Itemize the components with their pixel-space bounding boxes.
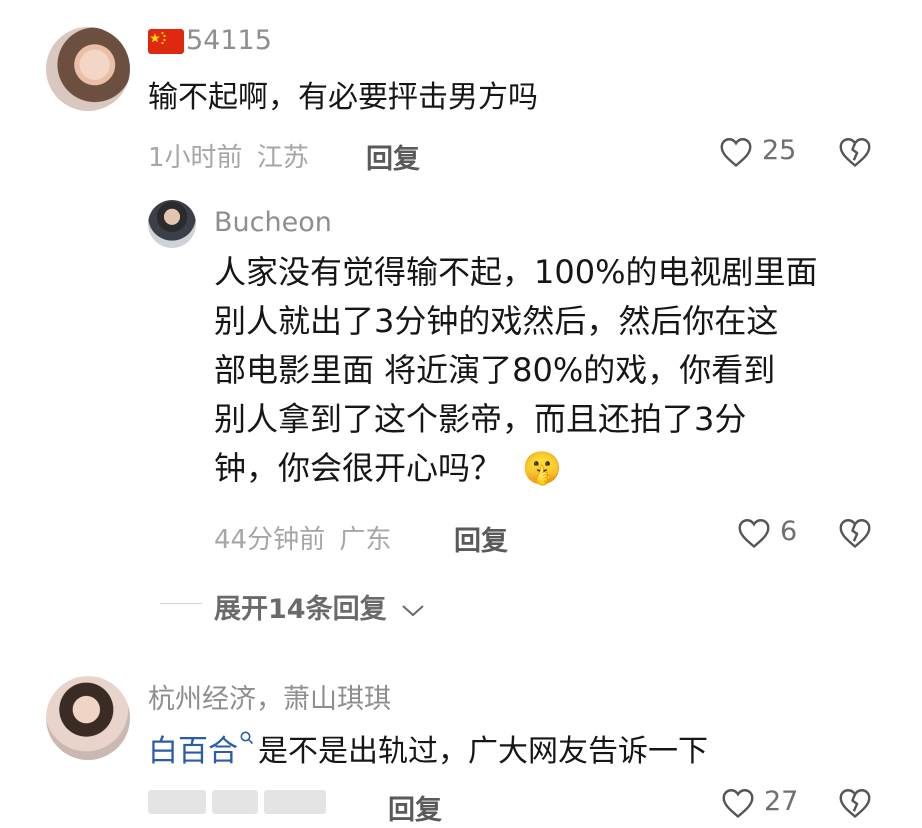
china-flag-icon: [148, 29, 184, 54]
reply-text-line: 别人就出了3分钟的戏然后，然后你在这: [214, 302, 779, 340]
redacted-meta: [148, 790, 358, 818]
comment-location: 江苏: [256, 143, 309, 173]
like-count: 25: [762, 135, 797, 166]
reply-text-line-last: 钟，你会很开心吗？ 🤫: [214, 449, 563, 487]
comment-text: 白百合 是不是出轨过，广大网友告诉一下: [148, 726, 708, 770]
reply-meta: 44分钟前 广东: [214, 519, 391, 556]
reply-time: 44分钟前: [214, 525, 326, 555]
comment-username[interactable]: 54115: [186, 25, 272, 56]
shushing-face-emoji: 🤫: [522, 449, 563, 487]
expand-replies-label: 展开14条回复: [214, 594, 387, 625]
broken-heart-icon: [839, 519, 871, 549]
heart-icon: [738, 519, 770, 549]
comment-time: 1小时前: [148, 143, 243, 173]
reply-button[interactable]: 回复: [454, 519, 508, 558]
reply-button[interactable]: 回复: [366, 137, 420, 176]
comment-text: 输不起啊，有必要抨击男方吗: [148, 80, 538, 115]
comment-username[interactable]: 杭州经济，萧山琪琪: [148, 677, 391, 716]
avatar[interactable]: [148, 200, 196, 248]
search-icon: [240, 731, 254, 745]
reply-text: 人家没有觉得输不起，100%的电视剧里面 别人就出了3分钟的戏然后，然后你在这 …: [214, 248, 904, 493]
heart-icon: [720, 138, 752, 168]
comment-meta: 1小时前 江苏: [148, 137, 309, 174]
expand-replies-button[interactable]: 展开14条回复: [214, 587, 426, 626]
reply-text-line: 人家没有觉得输不起，100%的电视剧里面: [214, 253, 818, 291]
avatar[interactable]: [46, 27, 130, 111]
comment-body: 是不是出轨过，广大网友告诉一下: [258, 734, 708, 769]
dislike-button[interactable]: [836, 134, 874, 170]
dislike-button[interactable]: [836, 515, 874, 551]
expand-divider: [160, 603, 202, 604]
like-button[interactable]: 27: [719, 785, 809, 825]
broken-heart-icon: [839, 138, 871, 168]
reply-username[interactable]: Bucheon: [214, 207, 332, 238]
reply-text-line: 部电影里面 将近演了80%的戏，你看到: [214, 351, 776, 389]
dislike-button[interactable]: [836, 785, 874, 821]
reply-button[interactable]: 回复: [388, 788, 442, 827]
avatar[interactable]: [46, 676, 130, 760]
like-count: 6: [780, 516, 798, 547]
heart-icon: [722, 789, 754, 819]
mention-link[interactable]: 白百合: [148, 734, 238, 769]
reply-location: 广东: [339, 525, 392, 555]
like-count: 27: [764, 786, 799, 817]
like-button[interactable]: 6: [735, 515, 805, 555]
reply-text-line: 别人拿到了这个影帝，而且还拍了3分: [214, 400, 747, 438]
broken-heart-icon: [839, 789, 871, 819]
chevron-down-icon: [402, 604, 424, 616]
like-button[interactable]: 25: [717, 134, 807, 174]
